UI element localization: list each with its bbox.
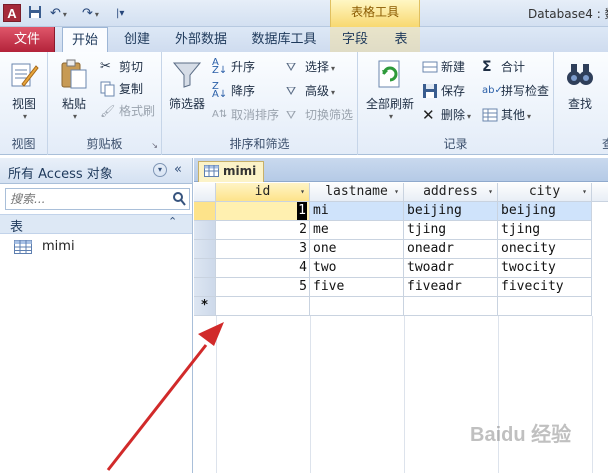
- annotation-arrow-head: [198, 322, 224, 346]
- watermark: Baidu 经验: [470, 424, 572, 446]
- annotation-arrow: [106, 322, 224, 471]
- annotation-arrow-shaft: [106, 344, 208, 471]
